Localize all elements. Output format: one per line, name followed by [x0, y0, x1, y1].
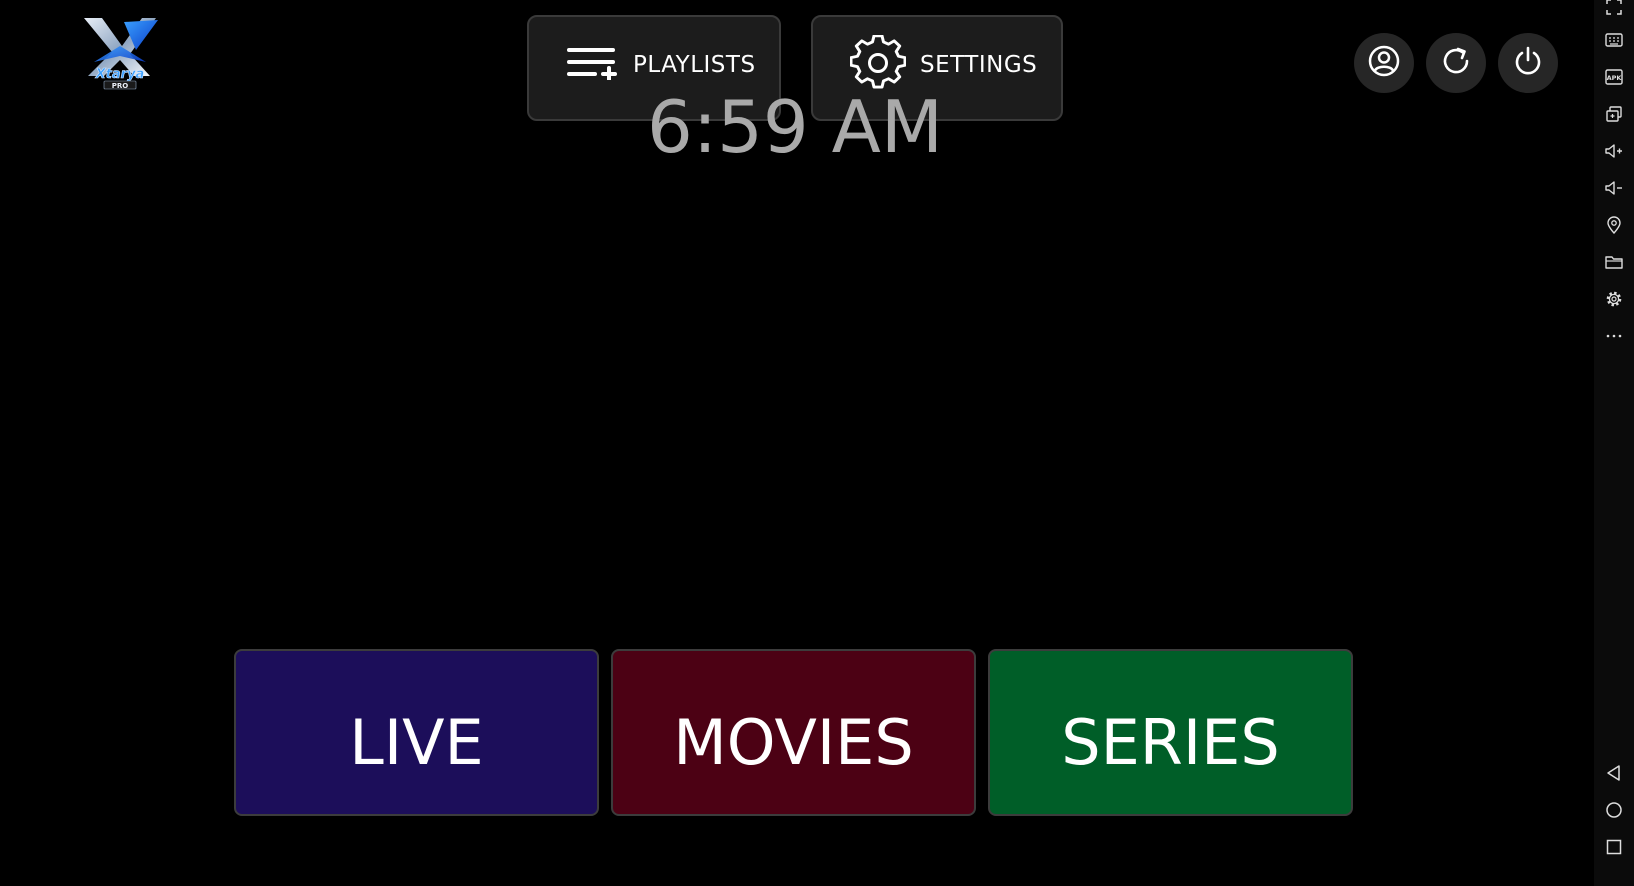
more-icon[interactable] — [1603, 325, 1625, 347]
fullscreen-icon[interactable] — [1603, 0, 1625, 18]
volume-up-icon[interactable] — [1603, 140, 1625, 162]
home-icon[interactable] — [1603, 799, 1625, 821]
playlists-label: PLAYLISTS — [633, 52, 756, 78]
movies-tile[interactable]: MOVIES — [611, 649, 976, 816]
app-screen: Xtarya PRO PLAYLISTS SETTINGS 6:59 AM LI… — [0, 0, 1634, 886]
refresh-button[interactable] — [1426, 33, 1486, 93]
playlist-add-icon — [567, 46, 617, 84]
keyboard-icon[interactable] — [1603, 29, 1625, 51]
power-icon — [1512, 45, 1544, 81]
volume-down-icon[interactable] — [1603, 177, 1625, 199]
folder-icon[interactable] — [1603, 251, 1625, 273]
multi-window-icon[interactable] — [1603, 103, 1625, 125]
location-icon[interactable] — [1603, 214, 1625, 236]
xtream-pro-logo-icon: Xtarya PRO — [80, 16, 160, 92]
live-tile[interactable]: LIVE — [234, 649, 599, 816]
gear-icon[interactable] — [1603, 288, 1625, 310]
series-tile[interactable]: SERIES — [988, 649, 1353, 816]
profile-icon — [1368, 45, 1400, 81]
logo-text: Xtarya — [95, 67, 145, 82]
apk-icon[interactable]: APK — [1603, 66, 1625, 88]
settings-label: SETTINGS — [920, 52, 1038, 78]
clock-time: 6:59 AM — [647, 85, 943, 169]
back-icon[interactable] — [1603, 762, 1625, 784]
logo-subtext: PRO — [112, 82, 129, 90]
recents-icon[interactable] — [1603, 836, 1625, 858]
apk-label: APK — [1607, 74, 1623, 82]
power-button[interactable] — [1498, 33, 1558, 93]
emulator-toolbar: APK — [1594, 0, 1634, 886]
refresh-icon — [1440, 45, 1472, 81]
profile-button[interactable] — [1354, 33, 1414, 93]
